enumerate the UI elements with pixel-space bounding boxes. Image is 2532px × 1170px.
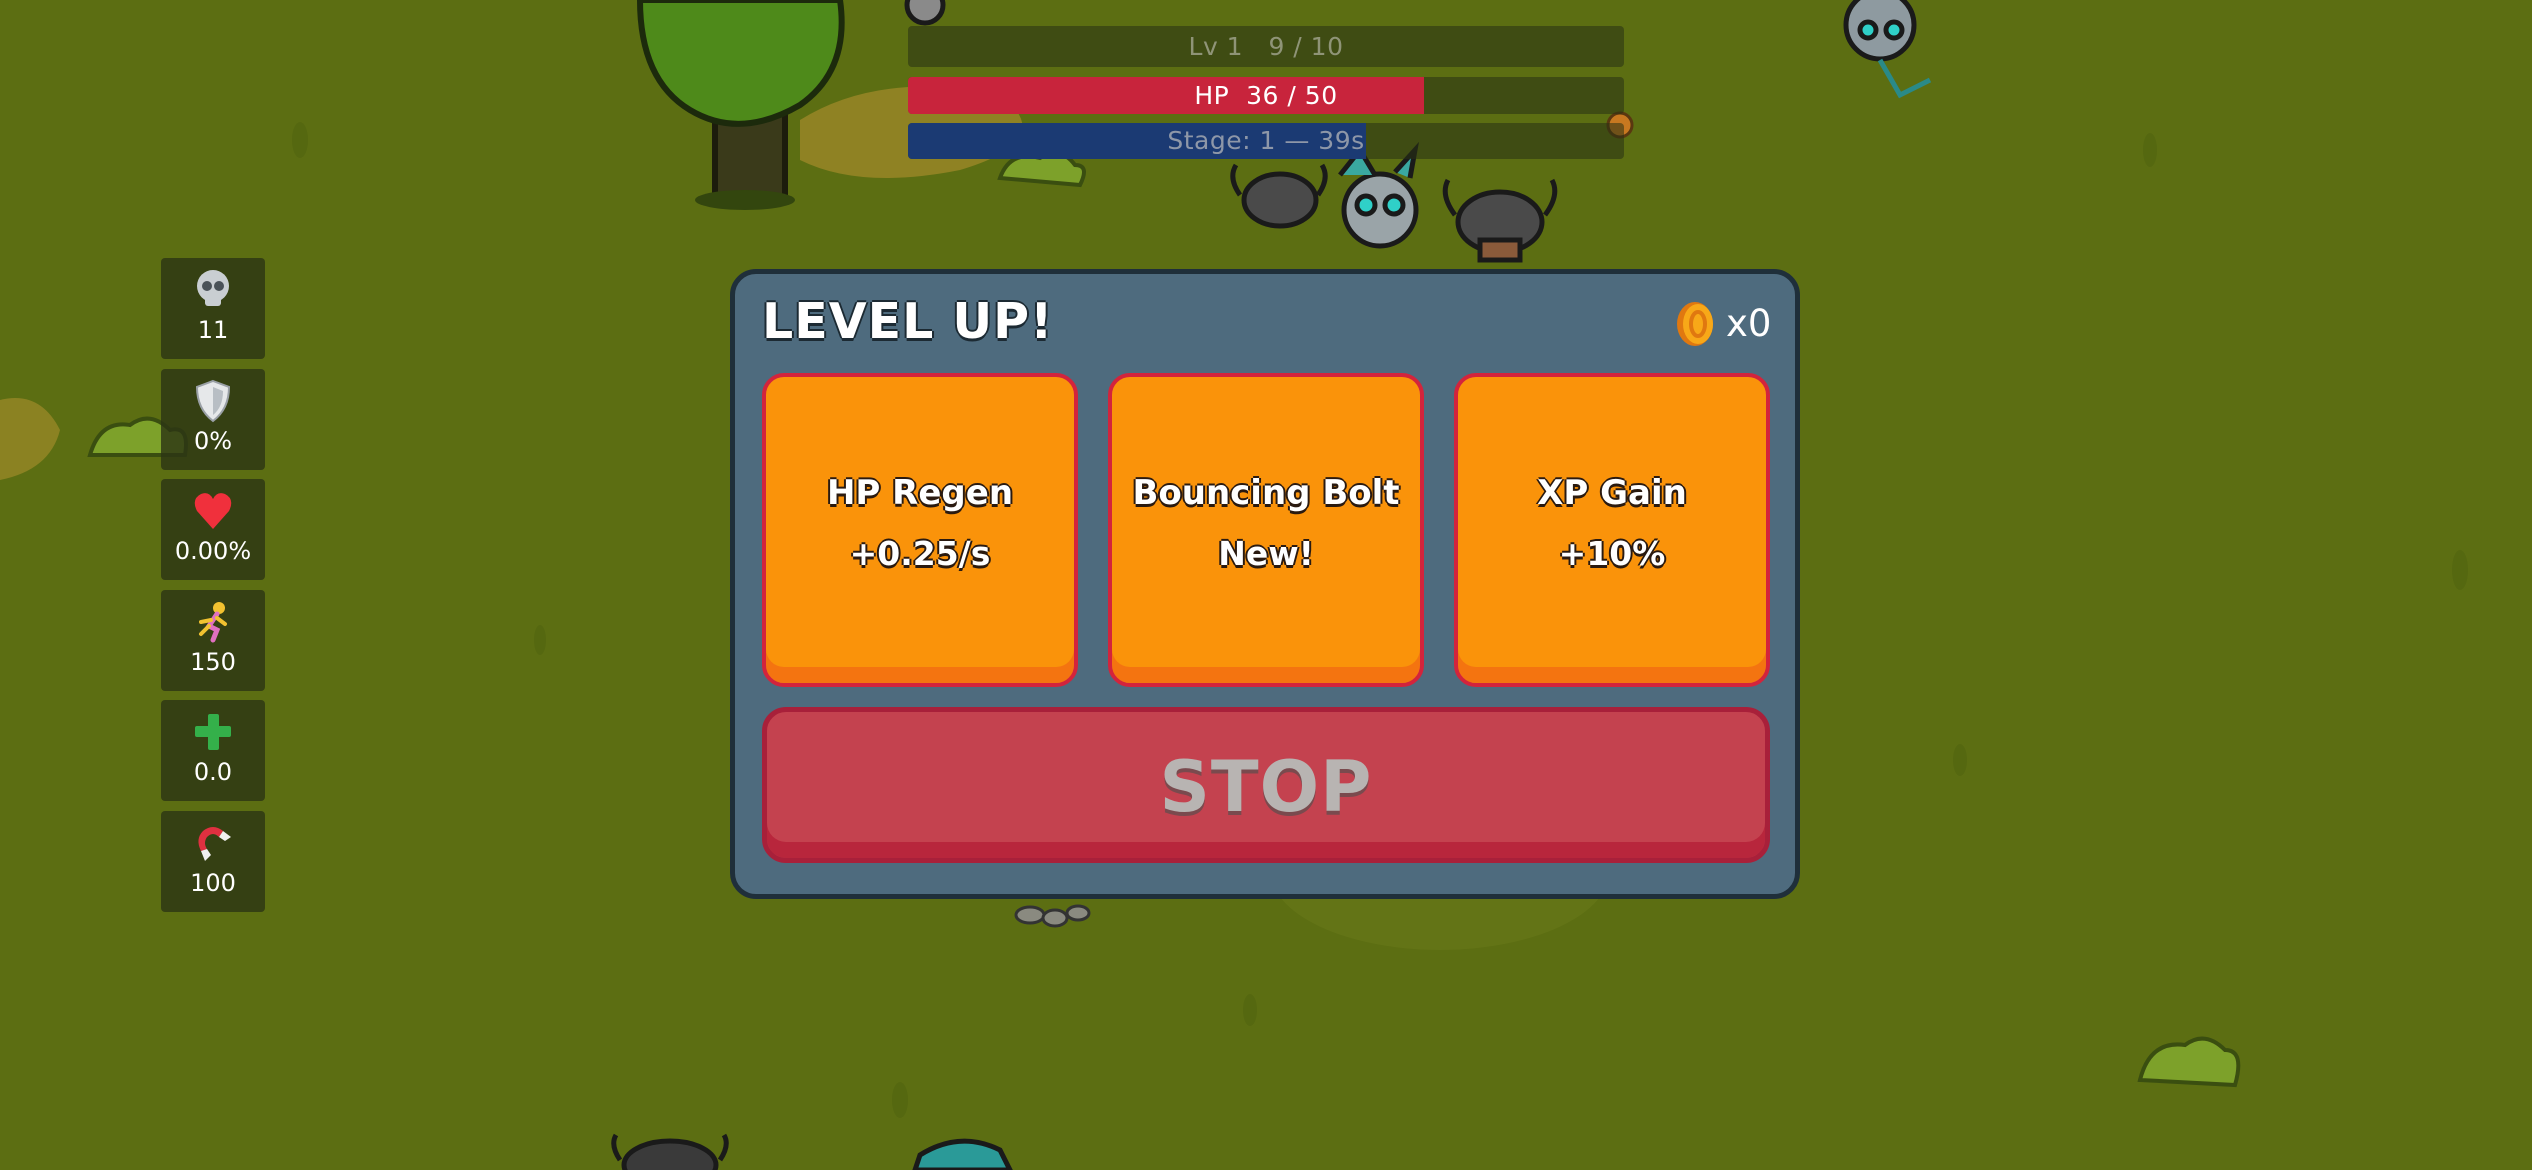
upgrade-card-bouncing-bolt[interactable]: Bouncing Bolt New! [1108,373,1424,687]
coin-icon [1677,302,1713,346]
skull-icon [197,270,229,306]
stage-text: Stage: 1 — 39s [1167,126,1365,155]
runner-icon [199,602,227,643]
upgrade-desc: New! [1218,534,1314,573]
upgrade-name: XP Gain [1537,473,1687,513]
stat-lifesteal: 0.00% [161,479,265,580]
upgrade-desc: +0.25/s [849,534,991,573]
hp-label: HP [1194,81,1230,110]
stat-kills-value: 11 [197,316,229,344]
stat-magnet: 100 [161,811,265,912]
dialog-title: LEVEL UP! [762,293,1054,350]
stat-speed-value: 150 [190,648,236,676]
magnet-icon [198,827,231,861]
hp-text: 36 / 50 [1246,81,1338,110]
upgrade-name: Bouncing Bolt [1132,473,1400,513]
xp-bar: Lv 1 9 / 10 [908,26,1624,67]
upgrade-name: HP Regen [826,473,1014,513]
shield-icon [195,379,231,423]
plus-icon [195,714,231,750]
stage-bar: Stage: 1 — 39s [908,123,1624,159]
xp-text: 9 / 10 [1268,32,1344,61]
coin-count: x0 [1726,302,1772,345]
upgrade-card-hp-regen[interactable]: HP Regen +0.25/s [762,373,1078,687]
stop-button[interactable]: STOP [762,707,1770,863]
stat-armor: 0% [161,369,265,470]
stat-magnet-value: 100 [190,869,236,897]
stat-regen-value: 0.0 [193,758,233,786]
stat-lifesteal-value: 0.00% [174,537,252,565]
upgrade-card-xp-gain[interactable]: XP Gain +10% [1454,373,1770,687]
heart-icon [194,493,232,529]
stat-speed: 150 [161,590,265,691]
hp-bar: HP 36 / 50 [908,77,1624,114]
stat-armor-value: 0% [193,427,233,455]
upgrade-desc: +10% [1558,534,1666,573]
stat-regen: 0.0 [161,700,265,801]
stop-button-label: STOP [1159,746,1373,828]
level-label: Lv 1 [1188,32,1244,61]
stat-kills: 11 [161,258,265,359]
